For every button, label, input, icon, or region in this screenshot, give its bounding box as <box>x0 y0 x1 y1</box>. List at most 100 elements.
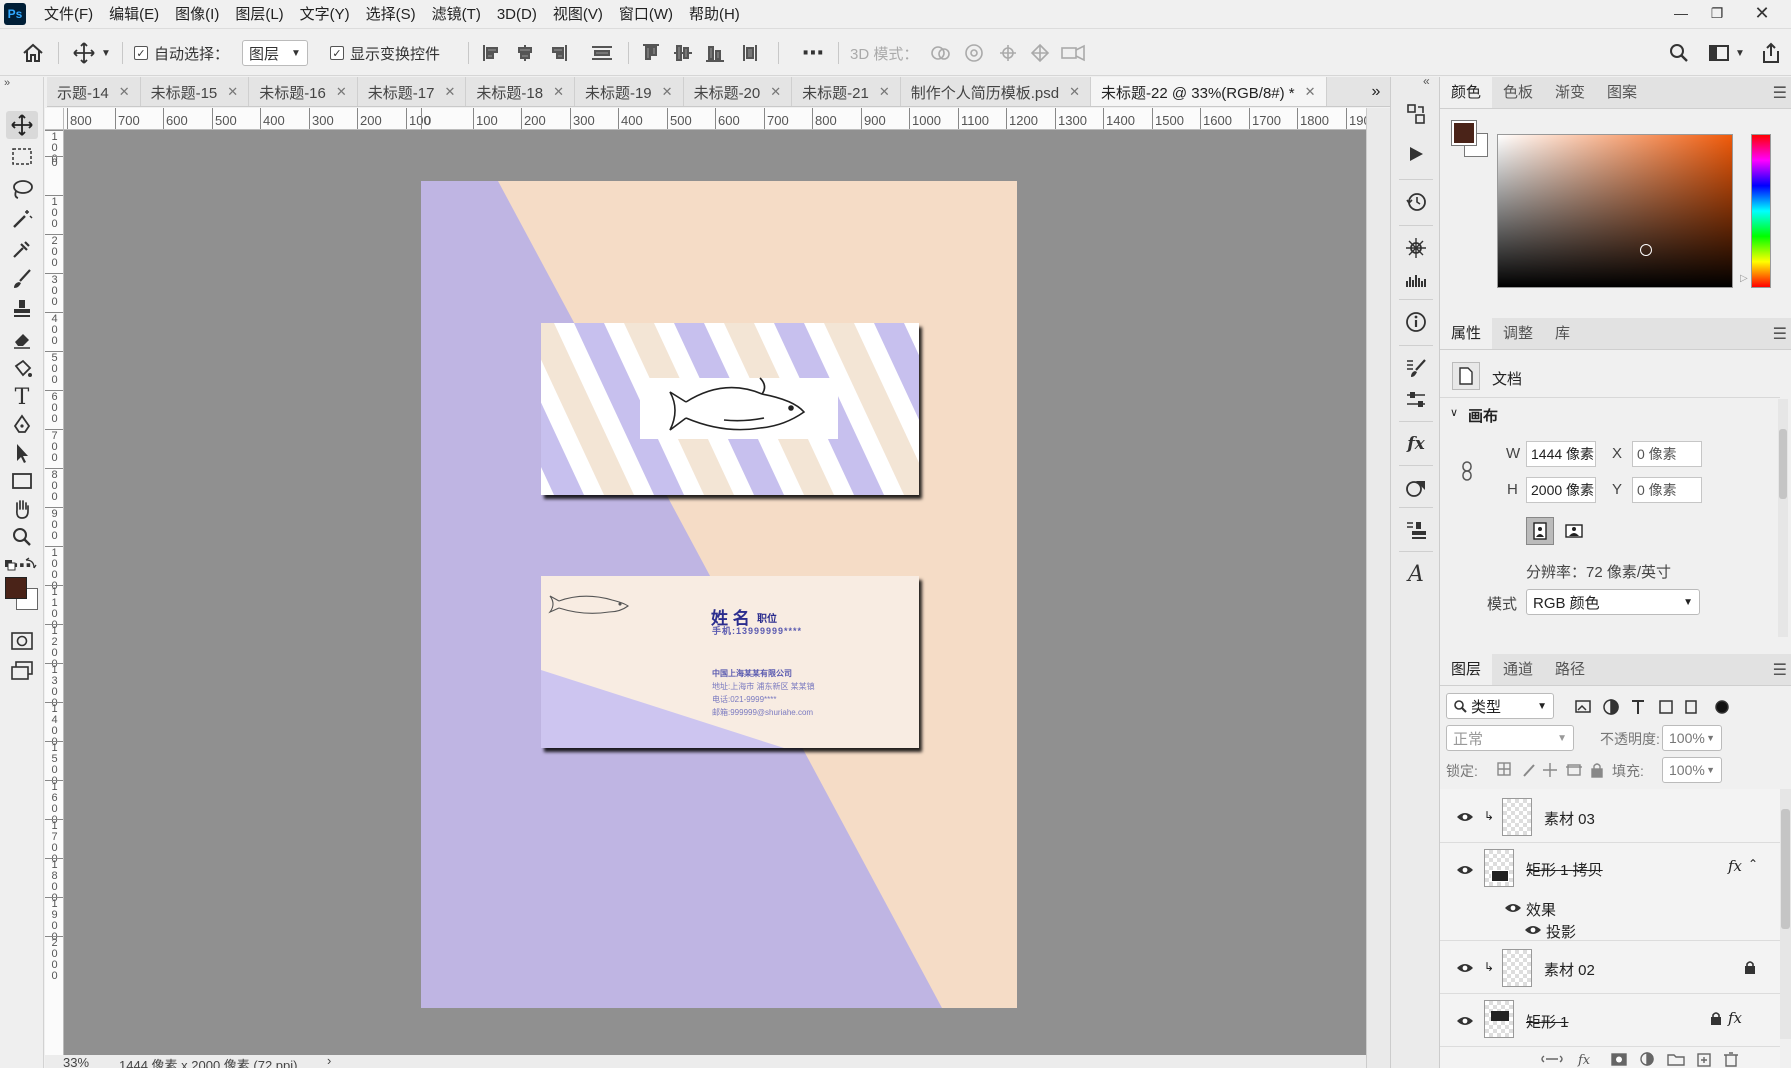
magic-wand-tool-icon[interactable] <box>6 205 38 233</box>
more-options-icon[interactable]: ⋯ <box>798 38 828 68</box>
tab-doc-16[interactable]: 未标题-16 ✕ <box>249 77 358 106</box>
tab-channels[interactable]: 通道 <box>1492 654 1544 685</box>
blend-mode-dropdown[interactable]: 正常 ▼ <box>1446 725 1574 751</box>
more-tabs-icon[interactable]: » <box>1362 77 1390 107</box>
tab-doc-19[interactable]: 未标题-19 ✕ <box>575 77 684 106</box>
layers-scrollbar[interactable] <box>1780 789 1791 1039</box>
menu-image[interactable]: 图像(I) <box>167 0 227 29</box>
show-transform-checkbox[interactable]: ✓ 显示变换控件 <box>330 38 440 68</box>
menu-layer[interactable]: 图层(L) <box>227 0 291 29</box>
height-input[interactable]: 2000 像素 <box>1526 477 1596 503</box>
layer-name[interactable]: 素材 03 <box>1544 808 1595 829</box>
tab-adjustments[interactable]: 调整 <box>1492 318 1544 349</box>
tab-doc-15[interactable]: 未标题-15 ✕ <box>141 77 250 106</box>
layer-fx-icon[interactable]: fx <box>1728 857 1742 875</box>
path-selection-tool-icon[interactable] <box>6 439 38 467</box>
brush-settings-icon[interactable] <box>1403 235 1429 261</box>
styles-fx-icon[interactable]: fx <box>1403 431 1429 457</box>
tab-patterns[interactable]: 图案 <box>1596 77 1648 108</box>
tab-doc-18[interactable]: 未标题-18 ✕ <box>466 77 575 106</box>
info-icon[interactable] <box>1403 309 1429 335</box>
layer-fx-icon[interactable]: fx <box>1728 1009 1742 1027</box>
quick-mask-icon[interactable] <box>6 627 38 655</box>
menu-file[interactable]: 文件(F) <box>36 0 101 29</box>
menu-select[interactable]: 选择(S) <box>358 0 424 29</box>
workspace-icon[interactable]: ▼ <box>1705 38 1749 68</box>
clone-source-icon[interactable] <box>1403 517 1429 543</box>
move-tool-preset-icon[interactable]: ▼ <box>70 38 114 68</box>
tab-paths[interactable]: 路径 <box>1544 654 1596 685</box>
eraser-tool-icon[interactable] <box>6 325 38 353</box>
visibility-eye-icon[interactable] <box>1504 902 1522 914</box>
x-input[interactable]: 0 像素 <box>1632 441 1702 467</box>
hue-slider[interactable] <box>1751 134 1771 288</box>
layer-row-rect-copy[interactable]: 矩形 1 拷贝 fx ⌃ <box>1440 843 1780 897</box>
pen-tool-icon[interactable] <box>6 411 38 439</box>
menu-type[interactable]: 文字(Y) <box>292 0 358 29</box>
visibility-eye-icon[interactable] <box>1456 811 1474 823</box>
minimize-icon[interactable]: — <box>1664 0 1698 26</box>
layer-name[interactable]: 素材 02 <box>1544 959 1595 980</box>
tab-doc-22-active[interactable]: 未标题-22 @ 33%(RGB/8#) * ✕ <box>1091 77 1327 106</box>
tab-swatches[interactable]: 色板 <box>1492 77 1544 108</box>
opacity-input[interactable]: 100% ▼ <box>1662 725 1722 751</box>
glyphs-icon[interactable]: A <box>1403 561 1429 587</box>
menu-edit[interactable]: 编辑(E) <box>101 0 167 29</box>
y-input[interactable]: 0 像素 <box>1632 477 1702 503</box>
lasso-tool-icon[interactable] <box>6 175 38 203</box>
layers-panel-menu-icon[interactable]: ☰ <box>1773 660 1787 680</box>
zoom-level[interactable]: 33% <box>63 1055 89 1068</box>
tab-libraries[interactable]: 库 <box>1544 318 1581 349</box>
histogram-icon[interactable] <box>1403 267 1429 293</box>
canvas-collapse-chevron-icon[interactable]: ∨ <box>1450 406 1458 419</box>
menu-view[interactable]: 视图(V) <box>545 0 611 29</box>
status-arrow-icon[interactable]: › <box>327 1055 331 1068</box>
tab-close-icon[interactable]: ✕ <box>1069 84 1080 100</box>
tab-doc-20[interactable]: 未标题-20 ✕ <box>684 77 793 106</box>
history-states-icon[interactable] <box>1403 101 1429 127</box>
layer-name[interactable]: 矩形 1 拷贝 <box>1526 859 1603 880</box>
hand-tool-icon[interactable] <box>6 495 38 523</box>
color-swatches[interactable] <box>5 577 41 613</box>
color-picker-field[interactable] <box>1497 134 1733 288</box>
tab-resume-template[interactable]: 制作个人简历模板.psd ✕ <box>901 77 1092 106</box>
tab-close-icon[interactable]: ✕ <box>444 84 455 100</box>
collapse-panels-icon[interactable]: « <box>1423 74 1430 88</box>
visibility-eye-icon[interactable] <box>1524 924 1542 936</box>
stamp-tool-icon[interactable] <box>6 295 38 323</box>
properties-panel-menu-icon[interactable]: ☰ <box>1773 324 1787 344</box>
visibility-eye-icon[interactable] <box>1456 1015 1474 1027</box>
layer-filter-icons[interactable] <box>1574 697 1734 717</box>
marquee-tool-icon[interactable] <box>6 143 38 171</box>
tab-close-icon[interactable]: ✕ <box>1305 84 1316 100</box>
canvas-area[interactable]: 姓 名 职位 手机:13999999**** 中国上海某某有限公司 地址:上海市… <box>64 130 1366 1055</box>
menu-help[interactable]: 帮助(H) <box>681 0 748 29</box>
tab-close-icon[interactable]: ✕ <box>227 84 238 100</box>
layer-lock-icon[interactable] <box>1744 960 1756 974</box>
paint-bucket-tool-icon[interactable] <box>6 355 38 383</box>
layer-name[interactable]: 矩形 1 <box>1526 1011 1569 1032</box>
tab-color[interactable]: 颜色 <box>1440 77 1493 108</box>
layer-lock-icon[interactable] <box>1710 1011 1722 1025</box>
tab-close-icon[interactable]: ✕ <box>662 84 673 100</box>
fill-input[interactable]: 100% ▼ <box>1662 757 1722 783</box>
layer-row-material-03[interactable]: ↳ 素材 03 <box>1440 791 1780 843</box>
layer-effects-row[interactable]: 效果 <box>1440 897 1780 919</box>
document-canvas[interactable] <box>64 130 1366 1055</box>
tab-gradients[interactable]: 渐变 <box>1544 77 1596 108</box>
tab-close-icon[interactable]: ✕ <box>336 84 347 100</box>
restore-icon[interactable]: ❐ <box>1700 0 1734 26</box>
color-picker-cursor[interactable] <box>1640 244 1652 256</box>
tab-close-icon[interactable]: ✕ <box>553 84 564 100</box>
layer-row-material-02[interactable]: ↳ 素材 02 <box>1440 942 1780 994</box>
lock-icons[interactable] <box>1496 761 1608 779</box>
tab-close-icon[interactable]: ✕ <box>770 84 781 100</box>
layer-filter-dropdown[interactable]: 类型 ▼ <box>1446 693 1554 719</box>
fg-bg-color-swatches[interactable] <box>1451 120 1490 159</box>
screen-mode-icon[interactable] <box>6 657 38 685</box>
tab-close-icon[interactable]: ✕ <box>119 84 130 100</box>
share-icon[interactable] <box>1758 38 1784 68</box>
auto-select-target-dropdown[interactable]: 图层 ▼ <box>242 38 308 68</box>
layer-row-rect-1[interactable]: 矩形 1 fx <box>1440 995 1780 1047</box>
tab-doc-14[interactable]: 示题-14 ✕ <box>47 77 141 106</box>
